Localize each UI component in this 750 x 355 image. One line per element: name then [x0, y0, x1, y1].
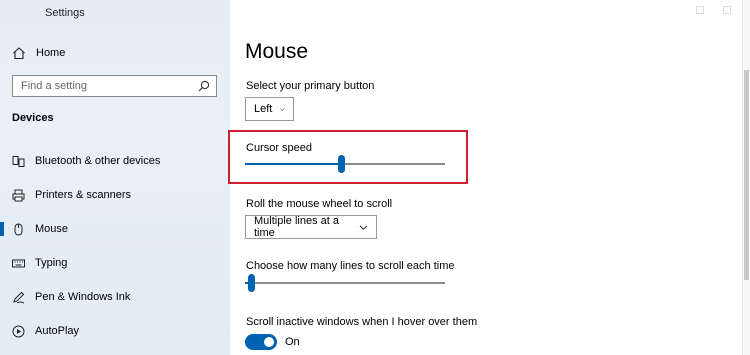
scroll-wheel-dropdown[interactable]: Multiple lines at a time	[245, 215, 377, 239]
pen-icon	[13, 291, 25, 303]
sidebar-home-label: Home	[36, 47, 66, 59]
sidebar-item-label: Mouse	[35, 223, 69, 235]
sidebar-item-label: Pen & Windows Ink	[35, 291, 131, 303]
highlight-box	[228, 130, 468, 184]
sidebar-item-printers[interactable]: Printers & scanners	[0, 178, 230, 212]
sidebar-item-label: Bluetooth & other devices	[35, 155, 161, 167]
scroll-wheel-label: Roll the mouse wheel to scroll	[246, 198, 393, 210]
sidebar-item-autoplay[interactable]: AutoPlay	[0, 314, 230, 348]
slider-thumb[interactable]	[248, 274, 255, 292]
window-control[interactable]	[723, 6, 731, 14]
primary-button-label: Select your primary button	[246, 80, 375, 92]
chevron-down-icon	[280, 107, 285, 111]
section-heading: Devices	[12, 112, 54, 124]
mouse-icon	[14, 223, 23, 235]
sidebar: Settings Home Devices Bluetooth & other …	[0, 0, 230, 355]
search-input[interactable]	[21, 80, 198, 92]
page-title: Mouse	[245, 40, 309, 63]
scrollbar-thumb[interactable]	[744, 70, 749, 280]
inactive-scroll-toggle[interactable]	[245, 334, 277, 350]
search-box[interactable]	[12, 75, 217, 97]
keyboard-icon	[12, 259, 25, 267]
toggle-state-label: On	[285, 336, 300, 348]
bluetooth-device-icon	[12, 155, 25, 167]
sidebar-item-label: AutoPlay	[35, 325, 80, 337]
printer-icon	[12, 189, 25, 201]
chevron-down-icon	[359, 224, 368, 230]
sidebar-item-label: Printers & scanners	[35, 189, 131, 201]
window-control[interactable]	[696, 6, 704, 14]
sidebar-item-typing[interactable]: Typing	[0, 246, 230, 280]
sidebar-item-mouse[interactable]: Mouse	[0, 212, 230, 246]
sidebar-item-label: Typing	[35, 257, 68, 269]
lines-to-scroll-label: Choose how many lines to scroll each tim…	[246, 260, 455, 272]
sidebar-item-pen[interactable]: Pen & Windows Ink	[0, 280, 230, 314]
sidebar-home[interactable]: Home	[12, 44, 65, 62]
search-icon[interactable]	[198, 80, 210, 92]
toggle-knob	[264, 337, 274, 347]
home-icon	[13, 47, 25, 60]
inactive-scroll-label: Scroll inactive windows when I hover ove…	[246, 316, 478, 328]
slider-track	[245, 282, 445, 284]
primary-button-value: Left	[254, 103, 273, 115]
app-title: Settings	[45, 7, 85, 19]
sidebar-item-bluetooth[interactable]: Bluetooth & other devices	[0, 144, 230, 178]
scrollbar[interactable]	[742, 0, 750, 355]
autoplay-icon	[12, 325, 25, 337]
primary-button-dropdown[interactable]: Left	[245, 97, 294, 121]
lines-to-scroll-slider[interactable]	[245, 273, 445, 293]
scroll-wheel-value: Multiple lines at a time	[254, 215, 339, 239]
